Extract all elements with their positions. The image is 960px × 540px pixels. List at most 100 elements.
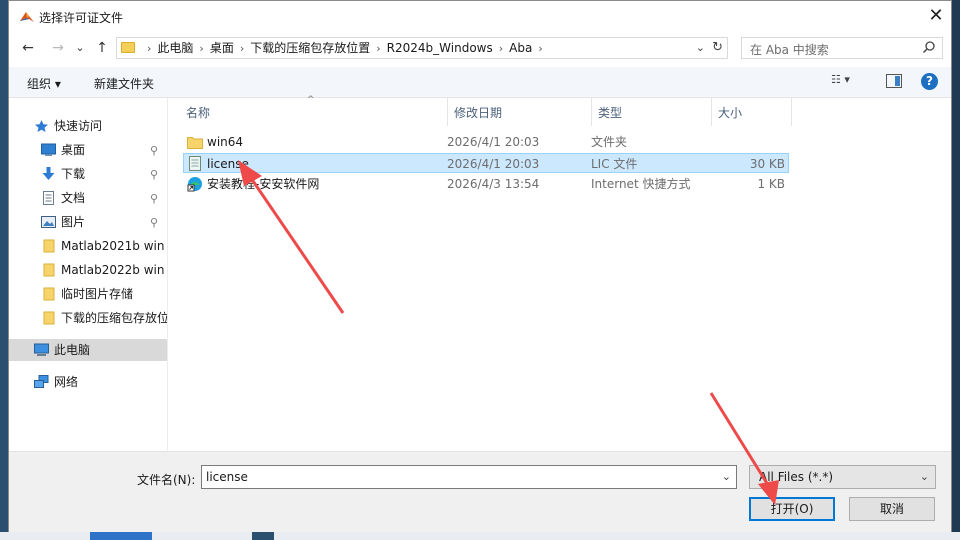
- file-size: 30 KB: [749, 157, 785, 171]
- back-arrow-icon[interactable]: ←: [19, 38, 37, 58]
- breadcrumb-item[interactable]: R2024b_Windows: [387, 41, 493, 55]
- chevron-down-icon: ⌄: [919, 470, 929, 483]
- network-icon: [34, 375, 49, 388]
- column-divider[interactable]: [711, 98, 712, 126]
- sidebar-item-desktop[interactable]: 桌面 ⚲: [9, 139, 167, 161]
- folder-icon: [121, 42, 135, 53]
- chevron-right-icon[interactable]: ›: [499, 42, 503, 55]
- sidebar-item-label: Matlab2021b win: [61, 239, 165, 253]
- filetype-select[interactable]: All Files (*.*) ⌄: [749, 465, 936, 489]
- address-bar[interactable]: › 此电脑 › 桌面 › 下载的压缩包存放位置 › R2024b_Windows › Aba › ⌄…: [116, 37, 728, 59]
- sidebar-item-label: 此电脑: [54, 343, 91, 357]
- filetype-value: All Files (*.*): [759, 470, 834, 484]
- breadcrumb-item[interactable]: Aba: [509, 41, 532, 55]
- sidebar-item-label: 桌面: [61, 143, 86, 157]
- chevron-right-icon[interactable]: ›: [376, 42, 380, 55]
- sidebar-item-matlab2021b[interactable]: Matlab2021b win: [9, 235, 167, 257]
- file-name: license: [207, 157, 249, 171]
- desktop-icon: [41, 143, 56, 156]
- column-header-date[interactable]: 修改日期: [454, 102, 502, 124]
- picture-icon: [41, 216, 56, 228]
- sidebar-item-label: 下载: [61, 167, 86, 181]
- column-header-size[interactable]: 大小: [718, 102, 742, 124]
- file-name: win64: [207, 135, 244, 149]
- chevron-right-icon: ›: [147, 42, 152, 55]
- file-dialog: 选择许可证文件 ✕ ← → ⌄ ↑ › 此电脑 › 桌面 › 下载的压缩包存放位置 › R20…: [8, 0, 952, 532]
- column-header-type[interactable]: 类型: [598, 102, 622, 124]
- search-placeholder: 在 Aba 中搜索: [750, 43, 829, 57]
- chevron-down-icon[interactable]: ⌄: [696, 38, 705, 58]
- refresh-icon[interactable]: ↻: [712, 38, 723, 58]
- file-name: 安装教程-安安软件网: [207, 177, 320, 191]
- column-divider[interactable]: [447, 98, 448, 126]
- cancel-button[interactable]: 取消: [849, 497, 935, 521]
- chevron-right-icon[interactable]: ›: [199, 42, 203, 55]
- download-icon: [42, 167, 55, 180]
- sidebar-item-label: 快速访问: [54, 119, 103, 133]
- background-app-tab: [90, 532, 152, 540]
- sidebar-item-label: Matlab2022b win: [61, 263, 165, 277]
- file-row[interactable]: 安装教程-安安软件网 2026/4/3 13:54 Internet 快捷方式 …: [183, 174, 789, 194]
- sidebar-item-quick-access[interactable]: 快速访问: [9, 115, 167, 137]
- open-button[interactable]: 打开(O): [749, 497, 835, 521]
- file-date: 2026/4/1 20:03: [447, 157, 540, 171]
- folder-icon: [43, 239, 55, 253]
- up-arrow-icon[interactable]: ↑: [93, 38, 111, 58]
- sidebar-item-label: 文档: [61, 191, 86, 205]
- help-icon[interactable]: ?: [921, 73, 938, 90]
- column-header-name[interactable]: 名称: [186, 102, 210, 124]
- pin-icon[interactable]: ⚲: [150, 164, 158, 185]
- search-input[interactable]: 在 Aba 中搜索: [741, 37, 943, 59]
- star-icon: [35, 120, 48, 132]
- file-type: Internet 快捷方式: [591, 177, 691, 191]
- forward-arrow-icon[interactable]: →: [49, 38, 67, 58]
- chevron-down-icon[interactable]: ⌄: [722, 470, 731, 483]
- internet-shortcut-icon: [187, 177, 202, 192]
- file-row[interactable]: win64 2026/4/1 20:03 文件夹: [183, 132, 789, 152]
- background-app-edge: [252, 532, 274, 540]
- file-type: LIC 文件: [591, 157, 638, 171]
- sidebar-item-downloads[interactable]: 下载 ⚲: [9, 163, 167, 185]
- file-list: 名称 ^ 修改日期 类型 大小 win64 2026/4/1 20:03 文件夹…: [175, 95, 951, 451]
- file-icon: [189, 156, 201, 171]
- pin-icon[interactable]: ⚲: [150, 212, 158, 233]
- pin-icon[interactable]: ⚲: [150, 140, 158, 161]
- computer-icon: [34, 343, 49, 356]
- sidebar-item-matlab2022b[interactable]: Matlab2022b win: [9, 259, 167, 281]
- sidebar-item-temp-pictures[interactable]: 临时图片存储: [9, 283, 167, 305]
- sidebar-item-documents[interactable]: 文档 ⚲: [9, 187, 167, 209]
- folder-icon: [43, 311, 55, 325]
- sort-ascending-icon: ^: [307, 95, 315, 105]
- navigation-pane: 快速访问 桌面 ⚲ 下载 ⚲ 文档 ⚲ 图片 ⚲ Matlab2021b win: [9, 98, 168, 451]
- sidebar-item-pictures[interactable]: 图片 ⚲: [9, 211, 167, 233]
- column-divider[interactable]: [591, 98, 592, 126]
- close-icon[interactable]: ✕: [923, 4, 949, 28]
- chevron-right-icon[interactable]: ›: [538, 42, 542, 55]
- sidebar-item-label: 图片: [61, 215, 86, 229]
- breadcrumb-item[interactable]: 桌面: [210, 41, 234, 55]
- window-title: 选择许可证文件: [39, 11, 124, 25]
- folder-icon: [43, 287, 55, 301]
- file-date: 2026/4/1 20:03: [447, 135, 540, 149]
- command-toolbar: 组织 ▾ 新建文件夹 ☷ ▾ ?: [9, 67, 951, 98]
- file-row-selected[interactable]: license 2026/4/1 20:03 LIC 文件 30 KB: [183, 153, 789, 173]
- column-divider[interactable]: [791, 98, 792, 126]
- sidebar-item-download-archives[interactable]: 下载的压缩包存放位: [9, 307, 167, 329]
- new-folder-button[interactable]: 新建文件夹: [94, 75, 154, 92]
- document-icon: [43, 191, 54, 205]
- preview-pane-icon[interactable]: [886, 74, 902, 88]
- view-options-icon[interactable]: ☷ ▾: [831, 73, 867, 91]
- sidebar-item-this-pc[interactable]: 此电脑: [9, 339, 167, 361]
- recent-locations-icon[interactable]: ⌄: [71, 38, 89, 58]
- search-icon: [922, 41, 935, 54]
- folder-icon: [187, 137, 203, 149]
- chevron-right-icon[interactable]: ›: [240, 42, 244, 55]
- breadcrumb: › 此电脑 › 桌面 › 下载的压缩包存放位置 › R2024b_Windows › Aba ›: [117, 38, 549, 58]
- pin-icon[interactable]: ⚲: [150, 188, 158, 209]
- organize-button[interactable]: 组织 ▾: [27, 75, 61, 92]
- sidebar-item-network[interactable]: 网络: [9, 371, 167, 393]
- filename-field[interactable]: license ⌄: [201, 465, 737, 489]
- breadcrumb-item[interactable]: 下载的压缩包存放位置: [250, 41, 370, 55]
- breadcrumb-item[interactable]: 此电脑: [157, 41, 193, 55]
- navigation-bar: ← → ⌄ ↑ › 此电脑 › 桌面 › 下载的压缩包存放位置 › R2024b_Window…: [9, 35, 951, 61]
